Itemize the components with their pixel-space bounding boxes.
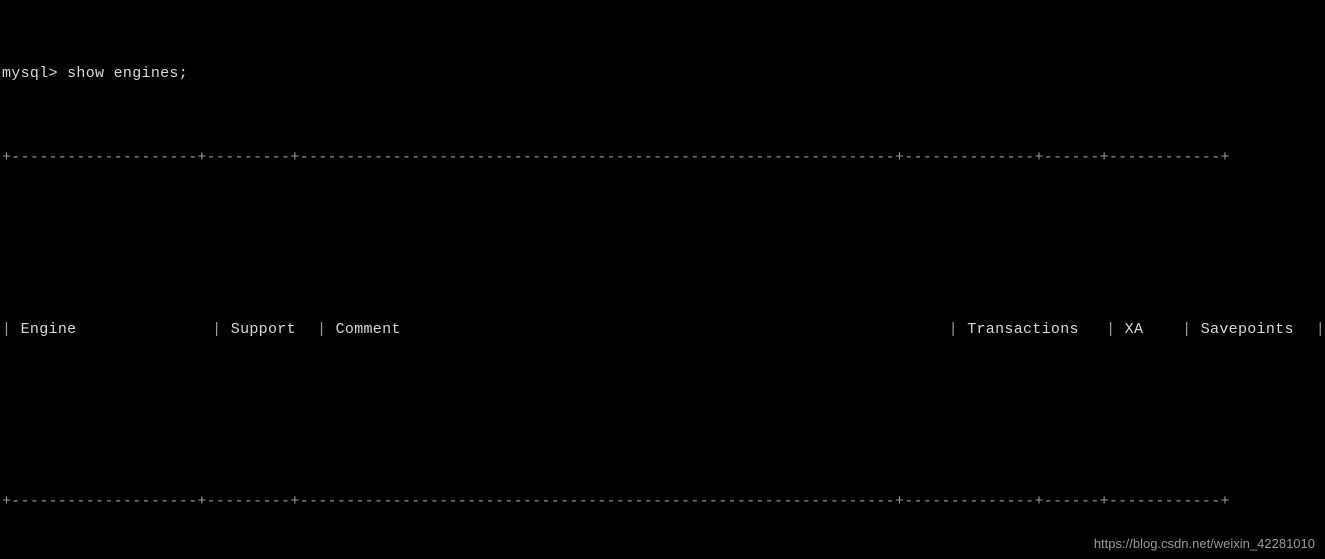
table-border-top: +--------------------+---------+--------… <box>0 147 1325 168</box>
header-engine: Engine <box>21 319 213 340</box>
header-comment: Comment <box>336 319 949 340</box>
mysql-prompt: mysql> show engines; <box>0 63 1325 84</box>
header-xa: XA <box>1125 319 1182 340</box>
header-support: Support <box>231 319 317 340</box>
table-border-header: +--------------------+---------+--------… <box>0 491 1325 512</box>
table-header-row: | Engine | Support | Comment | Transacti… <box>0 319 1325 340</box>
header-transactions: Transactions <box>967 319 1106 340</box>
header-savepoints: Savepoints <box>1201 319 1316 340</box>
watermark-text: https://blog.csdn.net/weixin_42281010 <box>1094 535 1315 553</box>
terminal-output: mysql> show engines; +------------------… <box>0 0 1325 559</box>
